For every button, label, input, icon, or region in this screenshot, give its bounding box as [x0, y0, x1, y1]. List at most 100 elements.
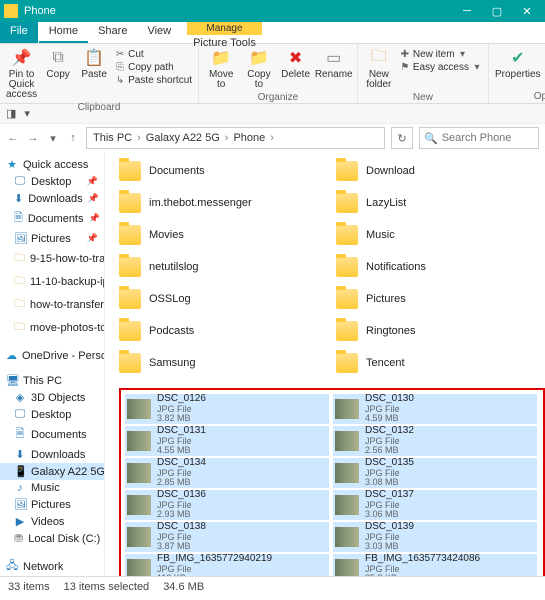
sidebar-videos[interactable]: ▶Videos	[0, 513, 104, 530]
image-size: 3.06 MB	[365, 510, 414, 519]
folder-icon	[119, 225, 141, 245]
image-item[interactable]: DSC_0132JPG File2.56 MB	[333, 426, 537, 456]
image-item[interactable]: DSC_0134JPG File2.85 MB	[125, 458, 329, 488]
folder-name: Samsung	[149, 357, 195, 369]
sidebar-pictures2[interactable]: 🖼Pictures	[0, 496, 104, 513]
sidebar-recent[interactable]: 🗀11-10-backup-iphone-t	[0, 270, 104, 293]
sidebar-downloads2[interactable]: ⬇Downloads	[0, 446, 104, 463]
image-item[interactable]: DSC_0139JPG File3.03 MB	[333, 522, 537, 552]
image-item[interactable]: FB_IMG_1635773424086JPG File85.8 KB	[333, 554, 537, 576]
folder-icon	[336, 353, 358, 373]
folder-name: netutilslog	[149, 261, 199, 273]
copy-button[interactable]: ⧉ Copy	[43, 48, 73, 80]
qat-item[interactable]: ◨	[6, 107, 16, 120]
image-thumb	[335, 495, 359, 515]
delete-button[interactable]: ✖Delete	[281, 48, 311, 80]
paste-shortcut-button[interactable]: ↳Paste shortcut	[115, 74, 192, 87]
sidebar-desktop2[interactable]: 🖵Desktop	[0, 406, 104, 423]
chevron-down-icon: ▾	[458, 48, 468, 61]
copy-path-button[interactable]: ⎘Copy path	[115, 61, 192, 74]
folder-item[interactable]: Notifications	[336, 254, 545, 280]
refresh-button[interactable]: ↻	[391, 127, 413, 149]
image-item[interactable]: DSC_0136JPG File2.93 MB	[125, 490, 329, 520]
tab-view[interactable]: View	[137, 22, 181, 43]
image-thumb	[335, 431, 359, 451]
sidebar-quick-access[interactable]: ★Quick access	[0, 156, 104, 173]
folder-item[interactable]: Podcasts	[119, 318, 328, 344]
folder-item[interactable]: Documents	[119, 158, 328, 184]
recent-locations-button[interactable]: ▾	[46, 132, 60, 145]
folder-item[interactable]: netutilslog	[119, 254, 328, 280]
close-button[interactable]: ✕	[517, 5, 537, 18]
desktop-icon: 🖵	[14, 175, 26, 188]
sidebar-3d-objects[interactable]: ◈3D Objects	[0, 389, 104, 406]
sidebar-music[interactable]: ♪Music	[0, 480, 104, 496]
sidebar-downloads[interactable]: ⬇Downloads📌	[0, 190, 104, 207]
folder-item[interactable]: OSSLog	[119, 286, 328, 312]
folder-name: Movies	[149, 229, 184, 241]
sidebar-documents[interactable]: 🗎Documents📌	[0, 207, 104, 230]
search-box[interactable]: 🔍	[419, 127, 539, 149]
crumb-phone[interactable]: Phone	[233, 132, 265, 144]
paste-button[interactable]: 📋 Paste	[79, 48, 109, 80]
breadcrumb[interactable]: This PC› Galaxy A22 5G› Phone›	[86, 127, 385, 149]
up-button[interactable]: ↑	[66, 132, 80, 145]
folder-item[interactable]: Download	[336, 158, 545, 184]
sidebar-documents2[interactable]: 🗎Documents	[0, 423, 104, 446]
search-input[interactable]	[442, 132, 532, 144]
sidebar-pictures[interactable]: 🖼Pictures📌	[0, 230, 104, 247]
sidebar-recent[interactable]: 🗀how-to-transfer-photo	[0, 293, 104, 316]
sidebar-this-pc[interactable]: 🖥This PC	[0, 372, 104, 389]
folder-icon	[336, 289, 358, 309]
minimize-button[interactable]: ─	[457, 5, 477, 18]
sidebar-local-disk[interactable]: ⛃Local Disk (C:)	[0, 530, 104, 547]
folder-item[interactable]: Ringtones	[336, 318, 545, 344]
folder-item[interactable]: Music	[336, 222, 545, 248]
sidebar-galaxy[interactable]: 📱Galaxy A22 5G	[0, 463, 104, 480]
sidebar-network[interactable]: 🖧Network	[0, 555, 104, 576]
sidebar-desktop[interactable]: 🖵Desktop📌	[0, 173, 104, 190]
crumb-this-pc[interactable]: This PC	[93, 132, 132, 144]
back-button[interactable]: ←	[6, 132, 20, 145]
tab-home[interactable]: Home	[39, 22, 88, 43]
image-item[interactable]: DSC_0135JPG File3.08 MB	[333, 458, 537, 488]
image-item[interactable]: DSC_0130JPG File4.59 MB	[333, 394, 537, 424]
copy-to-icon: 📁	[249, 48, 269, 68]
folder-item[interactable]: LazyList	[336, 190, 545, 216]
sidebar-label: Local Disk (C:)	[28, 533, 100, 545]
image-item[interactable]: DSC_0126JPG File3.82 MB	[125, 394, 329, 424]
new-folder-button[interactable]: 🗀New folder	[364, 48, 394, 90]
folder-item[interactable]: Samsung	[119, 350, 328, 376]
image-item[interactable]: FB_IMG_1635772940219JPG File112 KB	[125, 554, 329, 576]
rename-icon: ▭	[324, 48, 344, 68]
copy-to-button[interactable]: 📁Copy to	[243, 48, 274, 90]
sidebar-label: Pictures	[31, 499, 71, 511]
tab-share[interactable]: Share	[88, 22, 137, 43]
sidebar-recent[interactable]: 🗀move-photos-to-sd-ca	[0, 316, 104, 339]
crumb-device[interactable]: Galaxy A22 5G	[146, 132, 220, 144]
folder-item[interactable]: im.thebot.messenger	[119, 190, 328, 216]
pin-quick-access-button[interactable]: 📌 Pin to Quick access	[6, 48, 37, 100]
properties-button[interactable]: ✔Properties	[495, 48, 541, 80]
image-item[interactable]: DSC_0137JPG File3.06 MB	[333, 490, 537, 520]
folder-icon	[119, 321, 141, 341]
folder-item[interactable]: Pictures	[336, 286, 545, 312]
folder-item[interactable]: Tencent	[336, 350, 545, 376]
easy-access-button[interactable]: ⚑Easy access▾	[400, 61, 482, 74]
forward-button[interactable]: →	[26, 132, 40, 145]
tab-file[interactable]: File	[0, 22, 38, 43]
move-to-button[interactable]: 📁Move to	[205, 48, 237, 90]
cut-button[interactable]: ✂Cut	[115, 48, 192, 61]
new-item-button[interactable]: ✚New item▾	[400, 48, 482, 61]
rename-button[interactable]: ▭Rename	[317, 48, 351, 80]
file-view[interactable]: Documents Download im.thebot.messenger Lazy…	[105, 152, 545, 576]
image-item[interactable]: DSC_0131JPG File4.55 MB	[125, 426, 329, 456]
qat-item[interactable]: ▾	[24, 107, 30, 120]
maximize-button[interactable]: ▢	[487, 5, 507, 18]
sidebar-recent[interactable]: 🗀9-15-how-to-transfer-p	[0, 247, 104, 270]
folder-icon	[119, 353, 141, 373]
sidebar-onedrive[interactable]: ☁OneDrive - Personal	[0, 347, 104, 364]
image-item[interactable]: DSC_0138JPG File3.87 MB	[125, 522, 329, 552]
easy-access-label: Easy access	[413, 61, 469, 74]
folder-item[interactable]: Movies	[119, 222, 328, 248]
